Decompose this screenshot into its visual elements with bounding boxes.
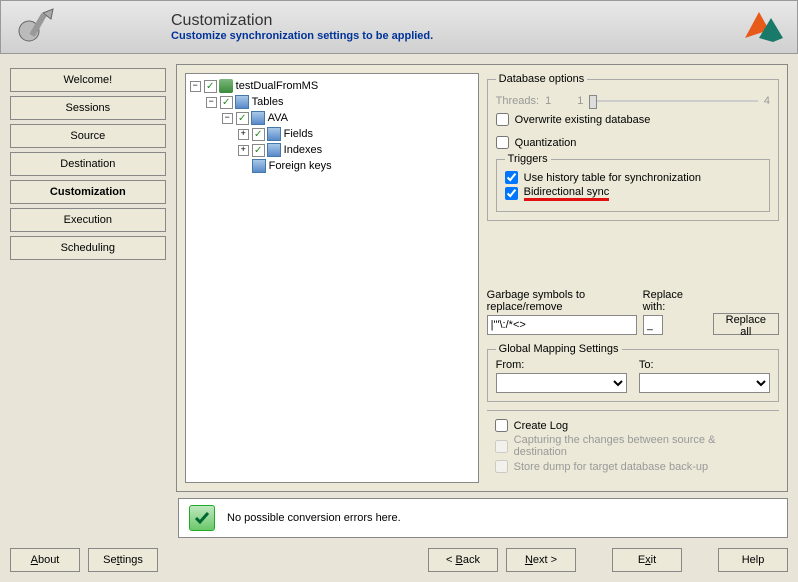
- page-title: Customization: [171, 12, 741, 30]
- options-panel: Database options Threads: 1 1 4 Overwrit…: [487, 73, 779, 483]
- exit-button[interactable]: Exit: [612, 548, 682, 572]
- tree-fields[interactable]: Fields: [284, 128, 313, 140]
- createlog-checkbox[interactable]: [495, 419, 508, 432]
- sidebar-item-welcome[interactable]: Welcome!: [10, 68, 166, 92]
- back-button[interactable]: < Back: [428, 548, 498, 572]
- garbage-label: Garbage symbols to replace/remove: [487, 289, 637, 313]
- mapping-legend: Global Mapping Settings: [496, 343, 622, 355]
- mapping-group: Global Mapping Settings From: To:: [487, 343, 779, 402]
- tree-indexes[interactable]: Indexes: [284, 144, 323, 156]
- next-button[interactable]: Next >: [506, 548, 576, 572]
- dump-label: Store dump for target database back-up: [514, 461, 708, 473]
- history-label: Use history table for synchronization: [524, 172, 701, 184]
- threads-slider[interactable]: [589, 91, 758, 111]
- settings-button[interactable]: Settings: [88, 548, 158, 572]
- tree-toggle[interactable]: +: [238, 145, 249, 156]
- help-button[interactable]: Help: [718, 548, 788, 572]
- overwrite-label: Overwrite existing database: [515, 114, 651, 126]
- quantization-label: Quantization: [515, 137, 577, 149]
- tree-table-ava[interactable]: AVA: [268, 112, 288, 124]
- replace-all-button[interactable]: Replace all: [713, 313, 779, 335]
- tables-icon: [235, 95, 249, 109]
- table-icon: [251, 111, 265, 125]
- threads-min: 1: [545, 95, 551, 107]
- replace-label: Replace with:: [643, 289, 707, 313]
- sidebar-item-sessions[interactable]: Sessions: [10, 96, 166, 120]
- garbage-input[interactable]: [487, 315, 637, 335]
- createlog-label: Create Log: [514, 420, 568, 432]
- indexes-icon: [267, 143, 281, 157]
- from-select[interactable]: [496, 373, 627, 393]
- tree-toggle[interactable]: +: [238, 129, 249, 140]
- log-group: Create Log Capturing the changes between…: [487, 410, 779, 483]
- tree-panel[interactable]: − ✓ testDualFromMS − ✓ Tables − ✓ AVA + …: [185, 73, 479, 483]
- tree-toggle[interactable]: −: [206, 97, 217, 108]
- foreign-keys-icon: [252, 159, 266, 173]
- app-logo-icon: [741, 8, 785, 46]
- page-subtitle: Customize synchronization settings to be…: [171, 30, 741, 42]
- triggers-group: Triggers Use history table for synchroni…: [496, 153, 770, 212]
- from-label: From:: [496, 359, 627, 371]
- tool-icon: [13, 7, 61, 47]
- sidebar-item-customization[interactable]: Customization: [10, 180, 166, 204]
- tree-fk[interactable]: Foreign keys: [269, 160, 332, 172]
- overwrite-checkbox[interactable]: [496, 113, 509, 126]
- tree-toggle[interactable]: −: [190, 81, 201, 92]
- sidebar-item-scheduling[interactable]: Scheduling: [10, 236, 166, 260]
- to-select[interactable]: [639, 373, 770, 393]
- tree-checkbox[interactable]: ✓: [252, 144, 265, 157]
- about-button[interactable]: About: [10, 548, 80, 572]
- status-message: No possible conversion errors here.: [227, 512, 401, 524]
- tree-toggle[interactable]: −: [222, 113, 233, 124]
- success-icon: [189, 505, 215, 531]
- database-options-group: Database options Threads: 1 1 4 Overwrit…: [487, 73, 779, 221]
- sidebar-item-source[interactable]: Source: [10, 124, 166, 148]
- content-panel: − ✓ testDualFromMS − ✓ Tables − ✓ AVA + …: [176, 64, 788, 492]
- garbage-row: Garbage symbols to replace/remove Replac…: [487, 289, 779, 335]
- sidebar-item-destination[interactable]: Destination: [10, 152, 166, 176]
- tree-tables[interactable]: Tables: [252, 96, 284, 108]
- dump-checkbox: [495, 460, 508, 473]
- sidebar-item-execution[interactable]: Execution: [10, 208, 166, 232]
- capture-label: Capturing the changes between source & d…: [514, 434, 771, 458]
- triggers-legend: Triggers: [505, 153, 551, 165]
- tree-checkbox[interactable]: ✓: [220, 96, 233, 109]
- status-bar: No possible conversion errors here.: [178, 498, 788, 538]
- tree-checkbox[interactable]: ✓: [236, 112, 249, 125]
- capture-checkbox: [495, 440, 508, 453]
- quantization-checkbox[interactable]: [496, 136, 509, 149]
- fields-icon: [267, 127, 281, 141]
- database-icon: [219, 79, 233, 93]
- sidebar: Welcome! Sessions Source Destination Cus…: [10, 64, 166, 492]
- threads-max: 4: [764, 95, 770, 107]
- to-label: To:: [639, 359, 770, 371]
- threads-label: Threads:: [496, 95, 539, 107]
- bidirectional-checkbox[interactable]: [505, 187, 518, 200]
- footer: About Settings < Back Next > Exit Help: [0, 538, 798, 582]
- threads-value: 1: [577, 95, 583, 107]
- tree-checkbox[interactable]: ✓: [252, 128, 265, 141]
- replace-input[interactable]: [643, 315, 663, 335]
- database-options-legend: Database options: [496, 73, 588, 85]
- tree-checkbox[interactable]: ✓: [204, 80, 217, 93]
- history-checkbox[interactable]: [505, 171, 518, 184]
- tree-root[interactable]: testDualFromMS: [236, 80, 319, 92]
- bidirectional-label: Bidirectional sync: [524, 186, 610, 201]
- header: Customization Customize synchronization …: [0, 0, 798, 54]
